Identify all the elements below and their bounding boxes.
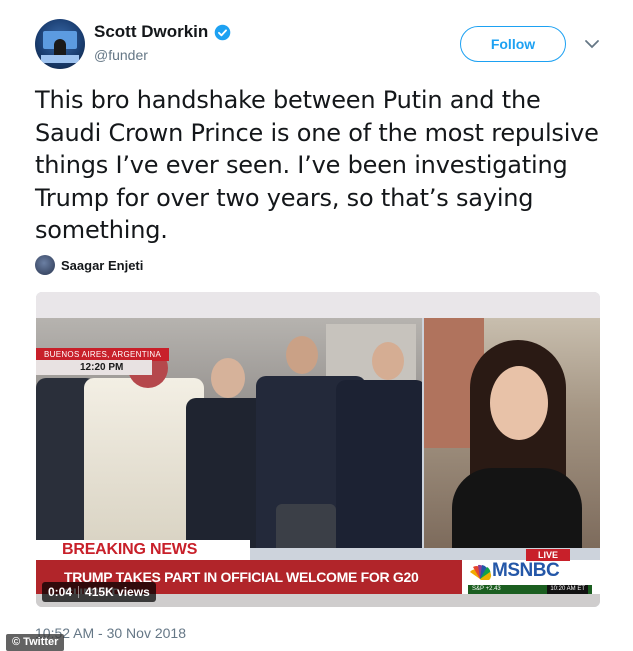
ticker-value: S&P +2.43	[472, 586, 501, 592]
reporter-body	[452, 468, 582, 548]
video-stats-overlay: 0:04 415K views	[42, 582, 156, 602]
peacock-icon	[470, 564, 492, 580]
market-ticker: S&P +2.43 10:20 AM ET	[468, 585, 592, 594]
time-tag: 12:20 PM	[36, 360, 152, 375]
stats-separator	[78, 586, 80, 598]
verified-badge-icon	[215, 24, 231, 40]
attribution-avatar	[35, 255, 55, 275]
embedded-video[interactable]: BUENOS AIRES, ARGENTINA 12:20 PM BREAKIN…	[36, 292, 600, 607]
author-handle[interactable]: @funder	[94, 47, 148, 63]
network-logo: MSNBC	[492, 560, 560, 581]
video-feed-reporter	[424, 318, 600, 548]
figure-head-center	[211, 358, 245, 398]
author-name-row: Scott Dworkin	[94, 22, 231, 42]
figure-head-right	[286, 336, 318, 374]
video-attribution[interactable]: Saagar Enjeti	[35, 255, 143, 275]
follow-button[interactable]: Follow	[460, 26, 566, 62]
twitter-watermark: © Twitter	[6, 634, 65, 651]
figure-suit-far-right	[336, 380, 422, 548]
author-avatar[interactable]	[35, 19, 85, 69]
elapsed-time: 0:04	[48, 585, 73, 599]
attribution-name: Saagar Enjeti	[61, 257, 144, 273]
author-display-name[interactable]: Scott Dworkin	[94, 22, 208, 42]
video-top-band	[36, 292, 600, 318]
reporter-face	[490, 366, 548, 440]
breaking-news-label: BREAKING NEWS	[36, 540, 250, 560]
figure-head-far-right	[372, 342, 404, 380]
tweet-text: This bro handshake between Putin and the…	[35, 86, 599, 244]
video-feed-handshake: BUENOS AIRES, ARGENTINA 12:20 PM	[36, 318, 422, 548]
chevron-down-icon[interactable]	[584, 38, 600, 50]
ticker-clock: 10:20 AM ET	[547, 585, 588, 594]
avatar-desk	[41, 55, 79, 63]
view-count: 415K views	[85, 585, 150, 599]
tweet-card: Scott Dworkin @funder Follow This bro ha…	[0, 0, 633, 651]
feed-chair	[276, 504, 336, 548]
